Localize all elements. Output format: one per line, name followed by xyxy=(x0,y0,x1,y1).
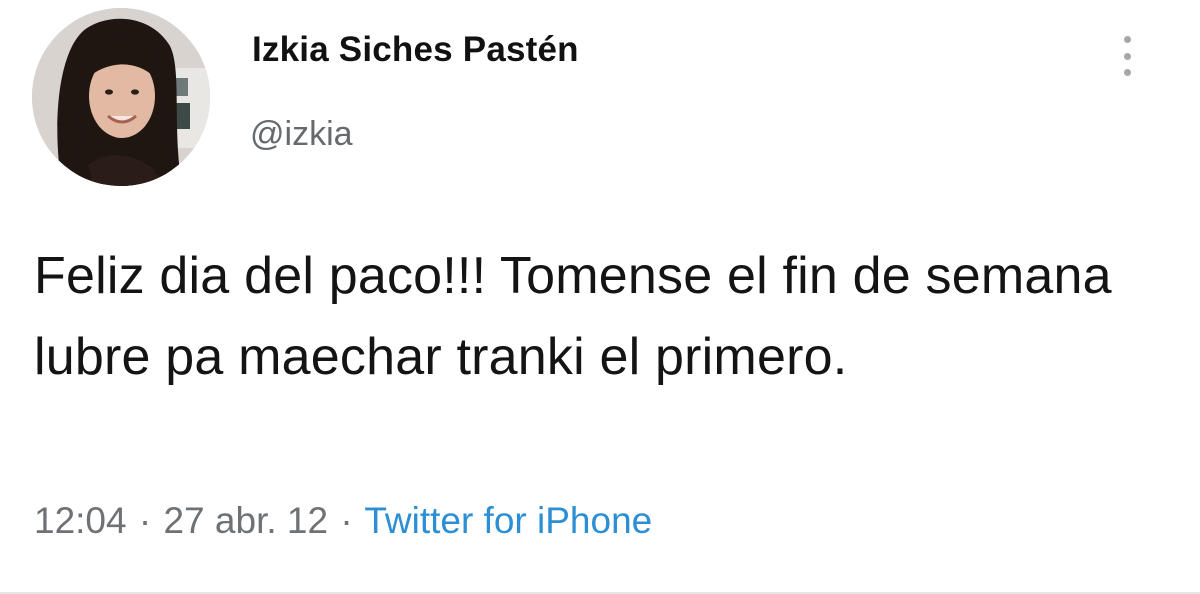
tweet-text: Feliz dia del paco!!! Tomense el fin de … xyxy=(34,247,1112,386)
tweet-source-link[interactable]: Twitter for iPhone xyxy=(364,500,652,541)
tweet-date[interactable]: 27 abr. 12 xyxy=(163,500,328,541)
avatar-photo xyxy=(32,8,210,186)
more-dot xyxy=(1123,36,1131,43)
more-vertical-icon[interactable] xyxy=(1113,28,1141,84)
meta-separator: · xyxy=(340,500,353,541)
tweet-time: 12:04 xyxy=(34,500,127,541)
tweet-meta: 12:04 · 27 abr. 12 · Twitter for iPhone xyxy=(34,500,652,542)
avatar[interactable] xyxy=(32,8,210,186)
tweet-card: Izkia Siches Pastén @izkia Feliz dia del… xyxy=(0,0,1200,594)
meta-separator: · xyxy=(138,500,152,541)
display-name[interactable]: Izkia Siches Pastén xyxy=(252,30,579,70)
user-handle[interactable]: @izkia xyxy=(250,115,353,154)
more-dot xyxy=(1123,69,1131,76)
more-dot xyxy=(1123,52,1131,60)
